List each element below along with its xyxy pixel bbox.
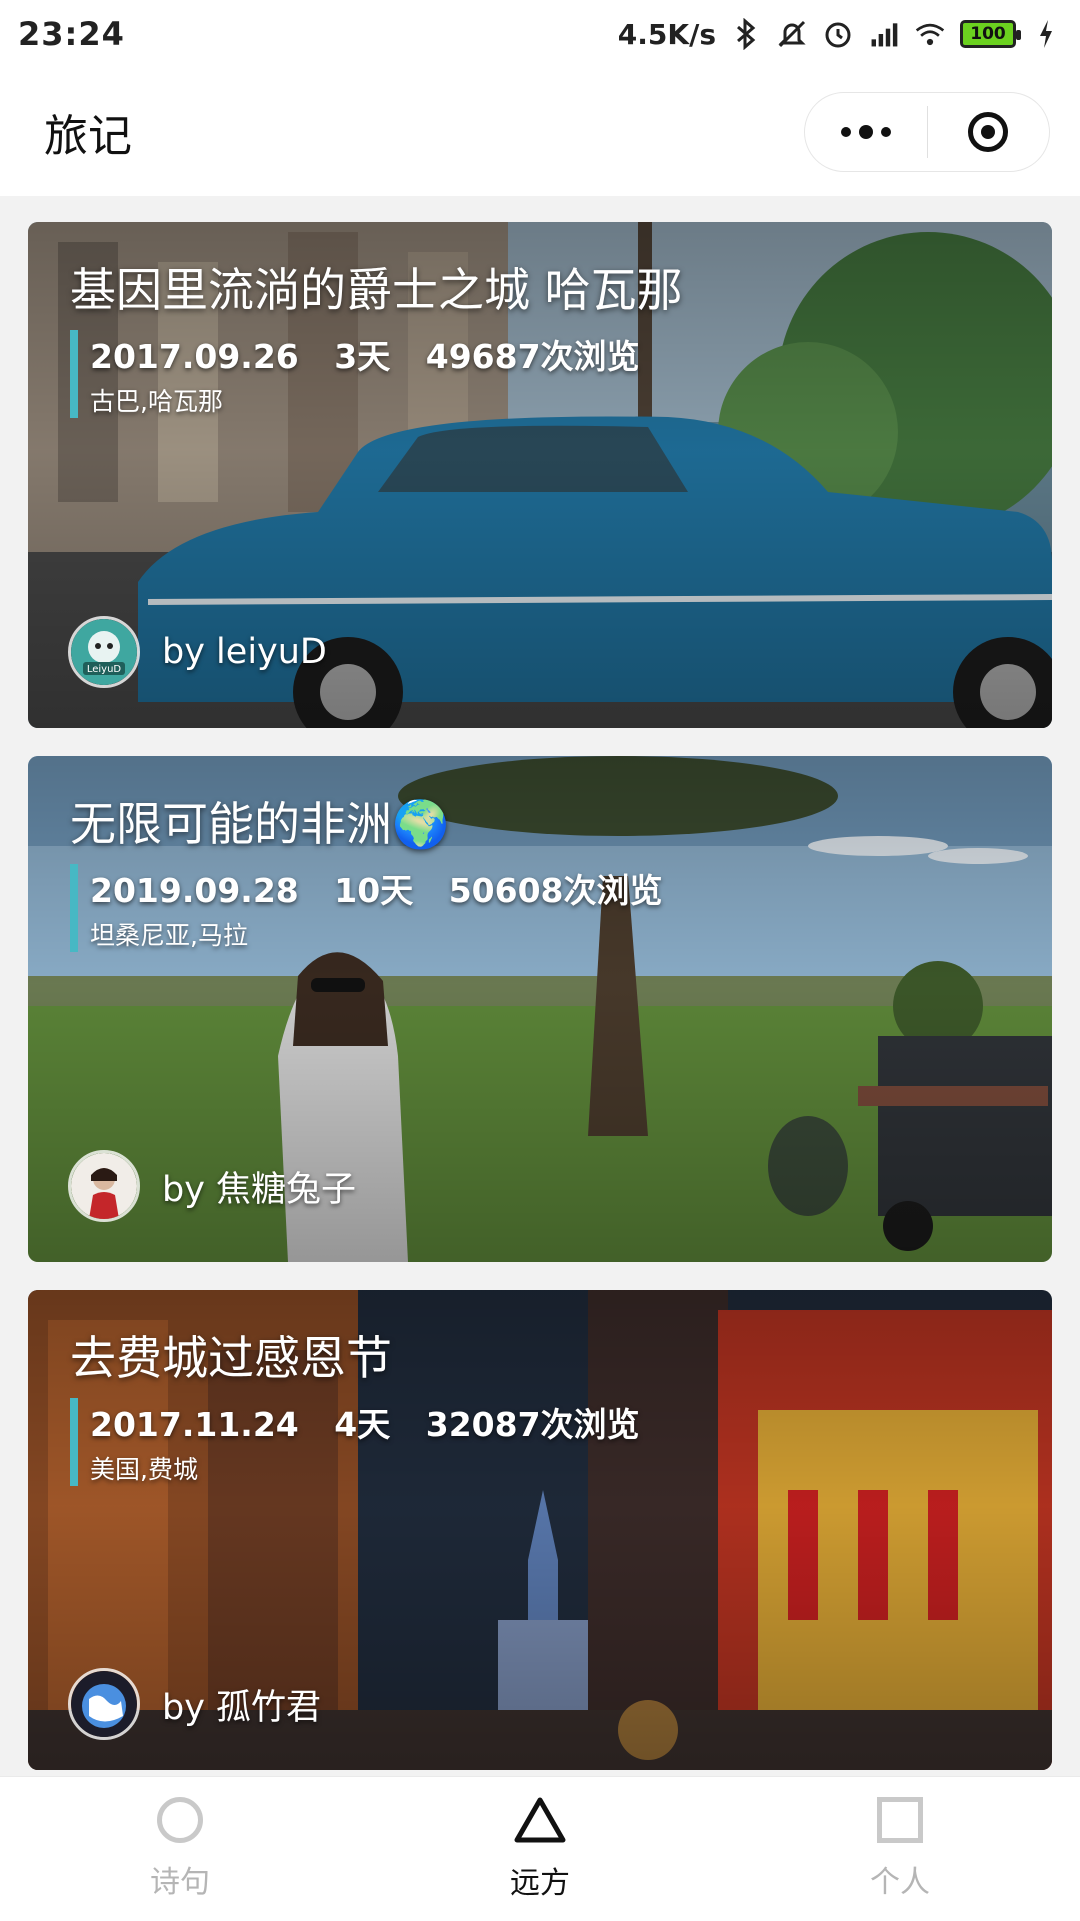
alarm-icon <box>822 18 854 50</box>
avatar <box>68 1668 140 1740</box>
navigation-header: 旅记 <box>0 68 1080 196</box>
card-location: 古巴,哈瓦那 <box>90 387 223 416</box>
network-speed: 4.5K/s <box>617 17 716 51</box>
charging-icon <box>1030 18 1062 50</box>
close-program-button[interactable] <box>928 93 1050 171</box>
tab-label: 诗句 <box>150 1865 210 1900</box>
mute-icon <box>776 18 808 50</box>
card-meta: 2017.09.26 3天 49687次浏览 古巴,哈瓦那 <box>70 330 1012 418</box>
circle-icon <box>157 1797 203 1843</box>
card-author: LeiyuD by leiyuD <box>68 616 327 688</box>
card-content: 无限可能的非洲🌍 2019.09.28 10天 50608次浏览 坦桑尼亚,马拉 <box>70 796 1012 952</box>
travel-card[interactable]: 去费城过感恩节 2017.11.24 4天 32087次浏览 美国,费城 by … <box>28 1290 1052 1770</box>
status-time: 23:24 <box>18 15 125 53</box>
author-name: by 焦糖兔子 <box>162 1169 357 1210</box>
wifi-icon <box>914 18 946 50</box>
card-content: 去费城过感恩节 2017.11.24 4天 32087次浏览 美国,费城 <box>70 1330 1012 1486</box>
avatar <box>68 1150 140 1222</box>
card-title: 无限可能的非洲🌍 <box>70 797 450 851</box>
tab-label: 个人 <box>870 1865 930 1900</box>
square-icon <box>877 1797 923 1843</box>
author-name: by leiyuD <box>162 632 327 672</box>
tab-profile[interactable]: 个人 <box>720 1777 1080 1921</box>
travel-card[interactable]: 基因里流淌的爵士之城 哈瓦那 2017.09.26 3天 49687次浏览 古巴… <box>28 222 1052 728</box>
bluetooth-icon <box>730 18 762 50</box>
svg-text:LeiyuD: LeiyuD <box>87 664 122 675</box>
mini-program-capsule <box>804 92 1050 172</box>
card-meta: 2017.11.24 4天 32087次浏览 美国,费城 <box>70 1398 1012 1486</box>
card-location: 坦桑尼亚,马拉 <box>90 921 248 950</box>
signal-icon <box>868 18 900 50</box>
status-bar: 23:24 4.5K/s 100 <box>0 0 1080 68</box>
card-title: 基因里流淌的爵士之城 哈瓦那 <box>70 263 683 317</box>
card-meta: 2019.09.28 10天 50608次浏览 坦桑尼亚,马拉 <box>70 864 1012 952</box>
page-title: 旅记 <box>44 111 132 162</box>
card-date: 2019.09.28 <box>90 871 299 910</box>
card-date: 2017.11.24 <box>90 1405 299 1444</box>
bottom-tab-bar: 诗句 远方 个人 <box>0 1776 1080 1921</box>
more-button[interactable] <box>805 93 927 171</box>
card-content: 基因里流淌的爵士之城 哈瓦那 2017.09.26 3天 49687次浏览 古巴… <box>70 262 1012 418</box>
travel-card[interactable]: 无限可能的非洲🌍 2019.09.28 10天 50608次浏览 坦桑尼亚,马拉 <box>28 756 1052 1262</box>
card-author: by 孤竹君 <box>68 1668 321 1740</box>
more-dots-icon <box>840 125 891 139</box>
triangle-icon <box>514 1797 566 1843</box>
card-days: 10天 <box>334 871 414 910</box>
card-date: 2017.09.26 <box>90 337 299 376</box>
card-views: 50608次浏览 <box>448 871 663 910</box>
battery-icon: 100 <box>960 20 1021 48</box>
card-title: 去费城过感恩节 <box>70 1331 392 1385</box>
card-author: by 焦糖兔子 <box>68 1150 356 1222</box>
card-location: 美国,费城 <box>90 1455 198 1484</box>
avatar: LeiyuD <box>68 616 140 688</box>
card-days: 4天 <box>334 1405 391 1444</box>
card-days: 3天 <box>334 337 391 376</box>
tab-distance[interactable]: 远方 <box>360 1777 720 1921</box>
card-views: 32087次浏览 <box>425 1405 640 1444</box>
status-icons: 4.5K/s 100 <box>618 18 1062 51</box>
card-views: 49687次浏览 <box>425 337 640 376</box>
tab-poems[interactable]: 诗句 <box>0 1777 360 1921</box>
tab-label: 远方 <box>510 1866 570 1901</box>
target-icon <box>968 112 1009 152</box>
author-name: by 孤竹君 <box>162 1687 322 1728</box>
travel-feed: 基因里流淌的爵士之城 哈瓦那 2017.09.26 3天 49687次浏览 古巴… <box>28 222 1052 1798</box>
